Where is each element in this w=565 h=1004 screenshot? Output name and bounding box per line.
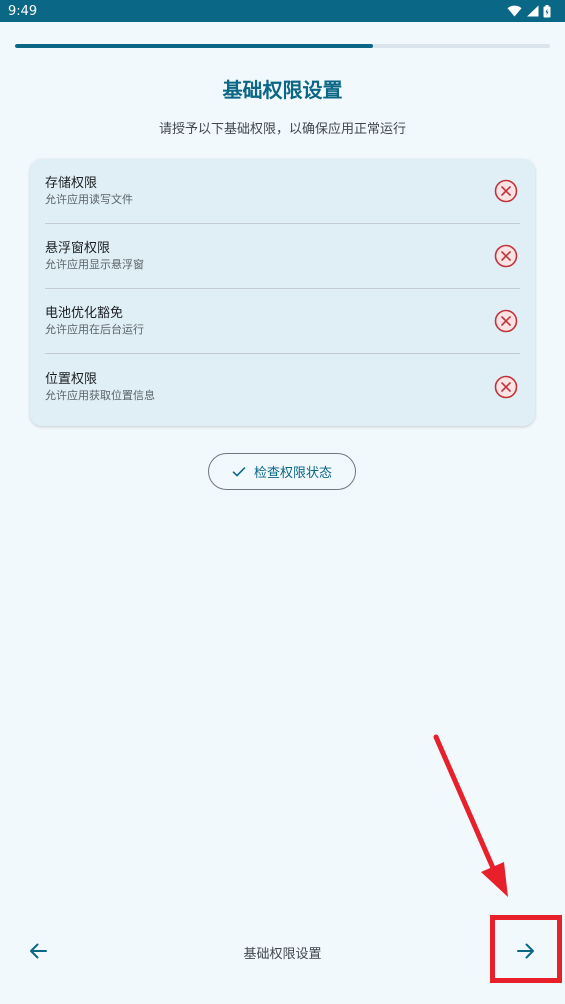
permission-name: 存储权限	[45, 176, 98, 191]
signal-icon	[527, 5, 539, 17]
page-title: 基础权限设置	[222, 78, 343, 102]
close-circle-icon[interactable]	[493, 374, 519, 400]
setup-progress-bar	[15, 44, 550, 48]
status-bar: 9:49	[0, 0, 565, 22]
permission-row-location[interactable]: 位置权限 允许应用获取位置信息	[45, 354, 520, 419]
permission-text: 电池优化豁免 允许应用在后台运行	[45, 305, 493, 337]
permission-text: 存储权限 允许应用读写文件	[45, 175, 493, 207]
check-permissions-label: 检查权限状态	[253, 466, 332, 481]
permission-description: 允许应用在后台运行	[45, 323, 144, 336]
bottom-nav-label: 基础权限设置	[243, 947, 322, 962]
status-icons	[507, 4, 551, 18]
wifi-icon	[507, 5, 522, 17]
close-circle-icon[interactable]	[493, 178, 519, 204]
annotation-arrow	[433, 734, 508, 897]
next-button[interactable]	[512, 937, 540, 965]
permission-text: 悬浮窗权限 允许应用显示悬浮窗	[45, 240, 493, 272]
check-icon	[232, 466, 246, 476]
permission-description: 允许应用获取位置信息	[45, 388, 155, 402]
permission-text: 位置权限 允许应用获取位置信息	[45, 371, 493, 403]
permission-row-battery[interactable]: 电池优化豁免 允许应用在后台运行	[45, 289, 520, 354]
check-permissions-button[interactable]: 检查权限状态	[208, 453, 356, 490]
setup-progress-fill	[15, 44, 374, 48]
close-circle-icon[interactable]	[493, 308, 519, 334]
permission-name: 悬浮窗权限	[45, 241, 111, 256]
permission-name: 电池优化豁免	[45, 306, 124, 321]
permission-name: 位置权限	[45, 371, 98, 387]
arrow-right-icon	[517, 943, 534, 959]
battery-icon	[543, 4, 551, 17]
permissions-card: 存储权限 允许应用读写文件 悬浮窗权限 允许应用显示悬浮窗 电池优化豁免 允许应…	[30, 159, 535, 426]
permission-description: 允许应用显示悬浮窗	[45, 258, 144, 271]
permission-row-storage[interactable]: 存储权限 允许应用读写文件	[45, 159, 520, 224]
status-time: 9:49	[8, 3, 38, 19]
page-subtitle: 请授予以下基础权限，以确保应用正常运行	[158, 122, 406, 137]
permission-description: 允许应用读写文件	[45, 193, 133, 206]
close-circle-icon[interactable]	[493, 243, 519, 269]
permission-row-overlay[interactable]: 悬浮窗权限 允许应用显示悬浮窗	[45, 224, 520, 289]
